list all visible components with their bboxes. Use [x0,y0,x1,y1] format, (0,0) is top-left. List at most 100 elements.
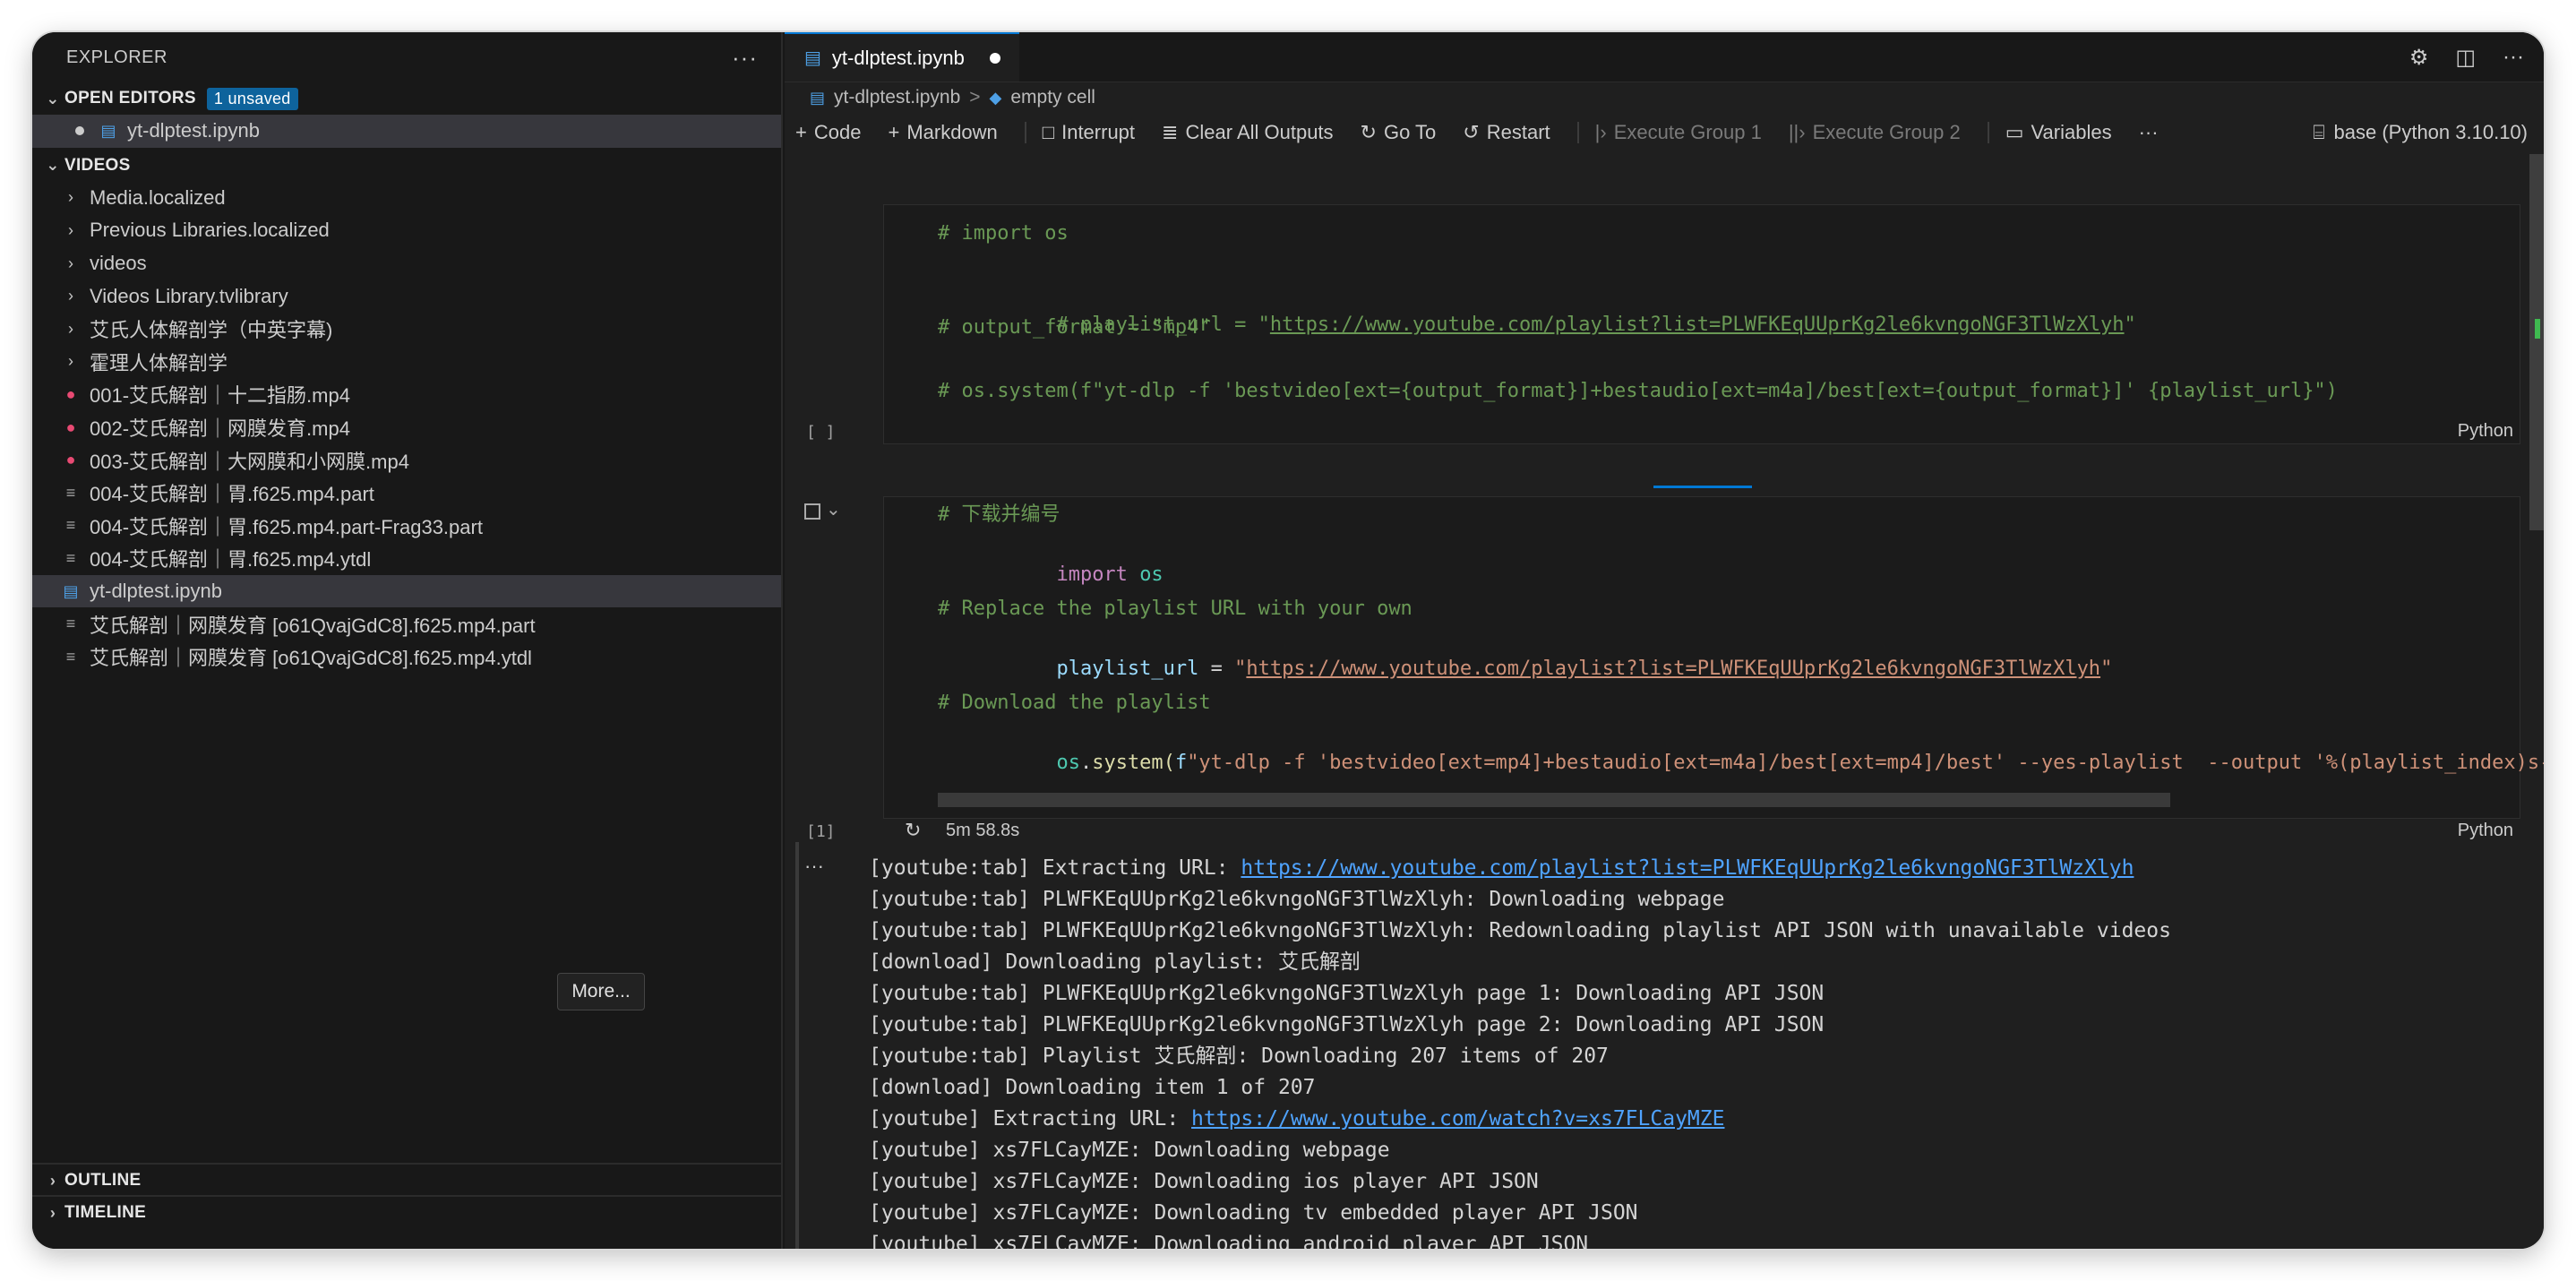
code-url[interactable]: https://www.youtube.com/playlist?list=PL… [1246,658,2100,680]
split-editor-icon[interactable]: ◫ [2455,45,2476,71]
explorer-header: EXPLORER ··· [32,32,781,82]
open-editors-section[interactable]: ⌄ OPEN EDITORS 1 unsaved [32,82,781,115]
notebook-icon: ▤ [100,121,116,140]
tree-item-file[interactable]: ≡ 004-艾氏解剖｜胃.f625.mp4.ytdl [32,542,781,575]
breadcrumb-cell[interactable]: empty cell [1010,87,1095,108]
checkbox-icon[interactable] [804,503,820,520]
code-line[interactable]: # import os [938,219,1069,248]
tree-item-folder[interactable]: › Previous Libraries.localized [32,214,781,247]
go-to-button[interactable]: ↻ Go To [1361,121,1437,144]
tree-item-file[interactable]: ≡ 004-艾氏解剖｜胃.f625.mp4.part-Frag33.part [32,510,781,543]
output-actions-icon[interactable]: ··· [804,855,824,878]
chevron-right-icon: › [68,254,73,272]
tree-item-video[interactable]: ● 001-艾氏解剖｜十二指肠.mp4 [32,378,781,411]
cell-language[interactable]: Python [2458,421,2513,442]
add-code-button[interactable]: + Code [795,121,861,144]
videos-section[interactable]: ⌄ VIDEOS [32,150,781,182]
code-cell-1[interactable]: # import os # playlist_url = "https://ww… [883,204,2520,444]
unsaved-dot-icon[interactable] [75,126,84,136]
chevron-down-icon: ⌄ [46,156,60,175]
text-file-icon: ≡ [65,647,76,666]
restart-button[interactable]: ↺ Restart [1463,121,1550,144]
code-comment: " [2124,314,2136,336]
cell-output: [youtube:tab] Extracting URL: https://ww… [844,853,2520,1249]
python-icon: ◆ [989,88,1002,107]
code-line[interactable]: # Replace the playlist URL with your own [938,595,1413,623]
text-file-icon: ≡ [65,483,76,502]
tree-item-folder[interactable]: › Videos Library.tvlibrary [32,279,781,313]
execution-time: 5m 58.8s [946,821,1020,840]
tree-item-notebook[interactable]: ▤ yt-dlptest.ipynb [32,574,781,608]
notebook-toolbar: + Code + Markdown □ Interrupt ≣ Clear Al… [785,113,2544,152]
more-button[interactable]: More... [557,973,645,1010]
timeline-section[interactable]: › TIMELINE [32,1195,781,1229]
output-link[interactable]: https://www.youtube.com/playlist?list=PL… [1241,856,2134,880]
tree-item-video[interactable]: ● 003-艾氏解剖｜大网膜和小网膜.mp4 [32,443,781,477]
clear-outputs-button[interactable]: ≣ Clear All Outputs [1162,121,1334,144]
tab-label: yt-dlptest.ipynb [831,46,965,69]
code-line[interactable]: # Download the playlist [938,689,1211,718]
code-line[interactable]: import os [938,532,1163,586]
tree-item-video[interactable]: ● 002-艾氏解剖｜网膜发育.mp4 [32,411,781,444]
code-line[interactable]: # playlist_url = "https://www.youtube.co… [938,282,2135,336]
tree-item-folder[interactable]: › 艾氏人体解剖学（中英字幕) [32,313,781,346]
variables-button[interactable]: ▭ Variables [2005,121,2112,144]
code-cell-2[interactable]: # 下载并编号 import os # Replace the playlist… [883,496,2544,819]
notebook-icon: ▤ [810,88,826,107]
gear-icon[interactable]: ⚙ [2409,45,2429,71]
kernel-label: base (Python 3.10.10) [2333,121,2528,143]
execution-count: [ ] [806,423,836,442]
unsaved-dot-icon[interactable] [989,52,1000,64]
sync-icon: ↻ [1360,121,1377,143]
toolbar-more-icon[interactable]: ··· [2139,121,2159,144]
code-operator: . [1079,752,1093,774]
vscode-window: EXPLORER ··· ⌄ OPEN EDITORS 1 unsaved ▤ … [32,32,2544,1249]
output-line: [youtube] xs7FLCayMZE: Downloading tv em… [869,1201,1638,1225]
execute-group-2-button[interactable]: ||› Execute Group 2 [1789,121,1961,144]
explorer-sidebar: EXPLORER ··· ⌄ OPEN EDITORS 1 unsaved ▤ … [32,32,783,1249]
output-link[interactable]: https://www.youtube.com/watch?v=xs7FLCay… [1191,1107,1724,1131]
breadcrumb: ▤ yt-dlptest.ipynb > ◆ empty cell [785,82,2544,113]
tree-item-folder[interactable]: › Media.localized [32,182,781,215]
code-line[interactable]: # 下载并编号 [938,501,1060,529]
code-variable: playlist_url [1056,658,1199,680]
tree-item-file[interactable]: ≡ 004-艾氏解剖｜胃.f625.mp4.part [32,477,781,510]
code-line[interactable]: os.system(f"yt-dlp -f 'bestvideo[ext=mp4… [938,720,2544,774]
tree-item-folder[interactable]: › videos [32,247,781,280]
video-file-icon: ● [65,451,76,469]
chevron-right-icon: › [68,188,73,207]
code-line[interactable]: # os.system(f"yt-dlp -f 'bestvideo[ext={… [938,377,2338,406]
tab-yt-dlptest[interactable]: ▤ yt-dlptest.ipynb [785,32,1019,82]
code-url[interactable]: https://www.youtube.com/playlist?list=PL… [1270,314,2125,336]
tree-item-file[interactable]: ≡ 艾氏解剖｜网膜发育 [o61QvajGdC8].f625.mp4.part [32,607,781,640]
tree-item-file[interactable]: ≡ 艾氏解剖｜网膜发育 [o61QvajGdC8].f625.mp4.ytdl [32,640,781,674]
code-line[interactable]: # output_format = "mp4" [938,314,1211,342]
execute-group-1-button[interactable]: |› Execute Group 1 [1595,121,1762,144]
code-string: "yt-dlp -f 'bestvideo[ext=mp4]+bestaudio… [1187,752,2544,774]
output-line: [youtube:tab] Extracting URL: https://ww… [869,853,2134,884]
notebook-cells: # import os # playlist_url = "https://ww… [785,154,2544,1249]
more-actions-icon[interactable]: ··· [2503,45,2524,70]
outline-section[interactable]: › OUTLINE [32,1163,781,1197]
kernel-picker[interactable]: ⌸ base (Python 3.10.10) [2313,113,2528,152]
breadcrumb-file[interactable]: yt-dlptest.ipynb [834,87,960,108]
vertical-scrollbar[interactable] [2529,154,2544,530]
cell-language[interactable]: Python [2458,821,2513,841]
clear-all-icon: ≣ [1162,121,1179,143]
code-line[interactable]: playlist_url = "https://www.youtube.com/… [938,626,2112,680]
tree-item-label: 霍理人体解剖学 [90,351,228,374]
chevron-down-icon[interactable]: ⌄ [826,498,841,520]
open-editor-item[interactable]: ▤ yt-dlptest.ipynb [32,115,781,148]
tree-item-folder[interactable]: › 霍理人体解剖学 [32,346,781,379]
open-editor-label: yt-dlptest.ipynb [127,119,260,142]
output-line: [youtube] Extracting URL: https://www.yo… [869,1104,1724,1135]
add-markdown-button[interactable]: + Markdown [888,121,997,144]
chevron-right-icon: › [68,220,73,239]
interrupt-button[interactable]: □ Interrupt [1043,121,1135,144]
stop-icon: □ [1042,121,1055,143]
horizontal-scrollbar[interactable] [938,793,2170,807]
add-markdown-label: Markdown [906,121,998,143]
explorer-more-icon[interactable]: ··· [732,44,758,72]
notebook-icon: ▤ [63,581,79,600]
interrupt-label: Interrupt [1061,121,1136,143]
